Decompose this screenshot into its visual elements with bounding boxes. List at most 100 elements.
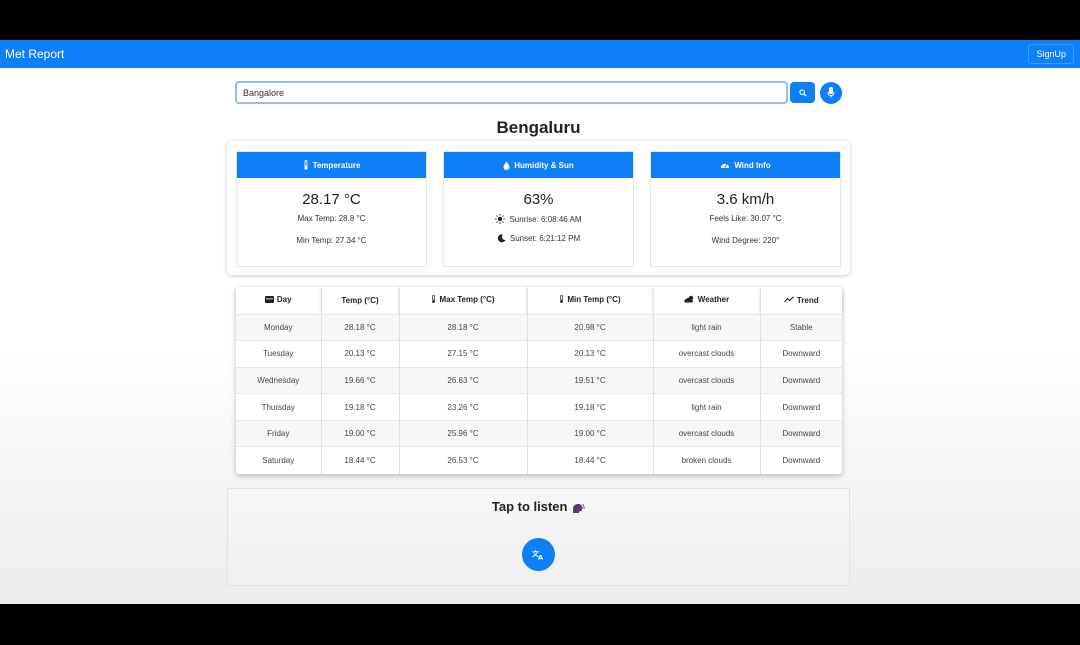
cell-weather: light rain (653, 393, 761, 421)
cell-temp: 28.18 °C (321, 313, 400, 341)
sunset-text: Sunset: 6:21:12 PM (509, 234, 581, 243)
cell-weather: overcast clouds (653, 419, 761, 447)
table-row: Thursday 19.18 °C 23.26 °C 19.18 °C ligh… (236, 393, 842, 421)
sunrise-line: Sunrise: 6:08:46 AM (444, 214, 633, 224)
forecast-table: Day Temp (°C) Max Temp (°C) Min Temp (°C… (236, 287, 842, 474)
col-header-weather[interactable]: Weather (653, 287, 761, 314)
table-header-row: Day Temp (°C) Max Temp (°C) Min Temp (°C… (236, 287, 842, 314)
listen-panel: Tap to listen 文A (227, 488, 850, 586)
cell-temp: 19.00 °C (321, 419, 400, 447)
col-header-min-temp[interactable]: Min Temp (°C) (527, 287, 654, 314)
listen-title: Tap to listen (228, 499, 849, 514)
moon-icon (497, 234, 506, 243)
translate-icon: 文A (532, 549, 543, 561)
sunset-line: Sunset: 6:21:12 PM (444, 234, 633, 243)
translate-speak-button[interactable]: 文A (522, 538, 555, 571)
search-icon (798, 88, 807, 97)
col-header-max-temp[interactable]: Max Temp (°C) (399, 287, 528, 314)
speaking-head-icon (573, 503, 585, 513)
humidity-sun-card: Humidity & Sun 63% Sunrise: 6:08:46 AM S… (443, 151, 634, 267)
signup-button[interactable]: SignUp (1028, 44, 1074, 64)
svg-text:A: A (538, 554, 543, 561)
thermometer-icon (303, 160, 308, 170)
cell-max-temp: 27.15 °C (399, 340, 528, 368)
cell-max-temp: 23.26 °C (399, 393, 528, 421)
search-input[interactable]: Bangalore (235, 81, 788, 104)
col-header-trend[interactable]: Trend (760, 287, 842, 314)
col-header-day[interactable]: Day (236, 287, 322, 314)
cell-day: Monday (236, 313, 322, 341)
microphone-icon (827, 87, 835, 98)
navbar: Met Report SignUp (0, 40, 1080, 68)
cell-trend: Downward (760, 340, 842, 368)
table-row: Tuesday 20.13 °C 27.15 °C 20.13 °C overc… (236, 340, 842, 368)
thermometer-icon (560, 295, 564, 304)
cell-day: Wednesday (236, 366, 322, 394)
cell-max-temp: 26.53 °C (399, 446, 528, 474)
cell-max-temp: 25.96 °C (399, 419, 528, 447)
cloud-sun-icon (684, 296, 693, 303)
cell-min-temp: 20.13 °C (527, 340, 654, 368)
city-title: Bengaluru (496, 118, 581, 137)
wind-card: Wind Info 3.6 km/h Feels Like: 30.07 °C … (650, 151, 841, 267)
cell-temp: 19.18 °C (321, 393, 400, 421)
cell-weather: overcast clouds (653, 340, 761, 368)
sunrise-text: Sunrise: 6:08:46 AM (509, 214, 582, 224)
search-button[interactable] (790, 82, 815, 103)
col-header-temp[interactable]: Temp (°C) (321, 287, 400, 314)
cell-trend: Downward (760, 446, 842, 474)
cell-temp: 18.44 °C (321, 446, 400, 474)
wind-speed-value: 3.6 km/h (716, 191, 775, 208)
min-temp-text: Min Temp: 27.34 °C (296, 236, 367, 245)
sun-icon (495, 214, 506, 224)
temperature-card-title: Temperature (312, 160, 361, 170)
cell-trend: Downward (760, 393, 842, 421)
cell-temp: 19.66 °C (321, 366, 400, 394)
calendar-icon (264, 296, 274, 304)
app-window: Met Report SignUp Bangalore Bengaluru Te… (0, 40, 1080, 604)
cell-max-temp: 28.18 °C (399, 313, 528, 341)
cell-trend: Downward (760, 366, 842, 394)
voice-search-button[interactable] (820, 81, 842, 104)
forecast-table-container: Day Temp (°C) Max Temp (°C) Min Temp (°C… (236, 287, 842, 474)
cell-day: Saturday (236, 446, 322, 474)
cell-day: Tuesday (236, 340, 322, 368)
humidity-card-header: Humidity & Sun (444, 152, 633, 178)
search-row: Bangalore (235, 81, 842, 104)
wind-card-title: Wind Info (734, 160, 771, 170)
cell-day: Thursday (236, 393, 322, 421)
table-row: Wednesday 19.66 °C 26.63 °C 19.51 °C ove… (236, 366, 842, 394)
brand-title[interactable]: Met Report (5, 47, 64, 61)
humidity-value: 63% (523, 191, 554, 208)
cell-min-temp: 20.98 °C (527, 313, 654, 341)
temperature-value: 28.17 °C (302, 191, 361, 208)
cell-weather: overcast clouds (653, 366, 761, 394)
humidity-card-title: Humidity & Sun (514, 160, 574, 170)
cell-min-temp: 19.00 °C (527, 419, 654, 447)
current-weather-panel: Temperature 28.17 °C Max Temp: 28.8 °C M… (227, 141, 850, 275)
table-row: Saturday 18.44 °C 26.53 °C 18.44 °C brok… (236, 446, 842, 474)
gauge-icon (721, 163, 730, 168)
cell-max-temp: 26.63 °C (399, 366, 528, 394)
max-temp-text: Max Temp: 28.8 °C (297, 214, 366, 223)
cell-day: Friday (236, 419, 322, 447)
thermometer-icon (432, 295, 436, 304)
cell-min-temp: 19.51 °C (527, 366, 654, 394)
temperature-card: Temperature 28.17 °C Max Temp: 28.8 °C M… (236, 151, 427, 267)
cell-trend: Downward (760, 419, 842, 447)
droplet-icon (503, 161, 510, 170)
cell-weather: light rain (653, 313, 761, 341)
feels-like-text: Feels Like: 30.07 °C (709, 214, 782, 223)
table-row: Monday 28.18 °C 28.18 °C 20.98 °C light … (236, 313, 842, 341)
table-row: Friday 19.00 °C 25.96 °C 19.00 °C overca… (236, 419, 842, 447)
cell-trend: Stable (760, 313, 842, 341)
cell-min-temp: 18.44 °C (527, 446, 654, 474)
cell-weather: broken clouds (653, 446, 761, 474)
trend-line-icon (783, 296, 794, 303)
temperature-card-header: Temperature (237, 152, 426, 178)
wind-degree-text: Wind Degree: 220° (711, 236, 780, 245)
wind-card-header: Wind Info (651, 152, 840, 178)
cell-min-temp: 19.18 °C (527, 393, 654, 421)
listen-title-text: Tap to listen (491, 499, 568, 514)
cell-temp: 20.13 °C (321, 340, 400, 368)
